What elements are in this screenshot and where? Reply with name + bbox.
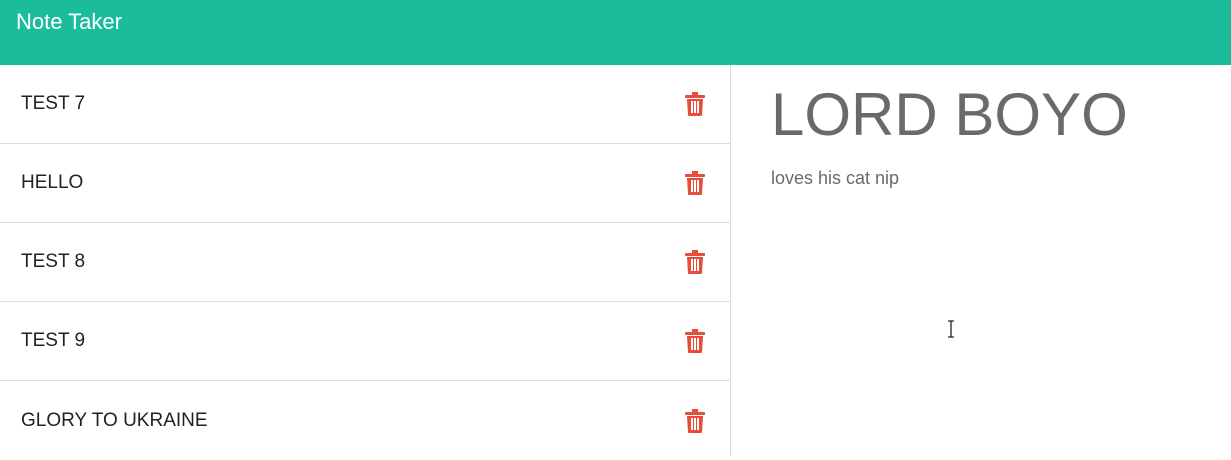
note-title: TEST 9 bbox=[21, 330, 86, 351]
list-item[interactable]: TEST 7 bbox=[0, 65, 730, 144]
list-item[interactable]: TEST 9 bbox=[0, 302, 730, 381]
list-item[interactable]: HELLO bbox=[0, 144, 730, 223]
navbar: Note Taker bbox=[0, 0, 1231, 65]
trash-icon[interactable] bbox=[685, 250, 705, 274]
trash-icon[interactable] bbox=[685, 329, 705, 353]
trash-icon[interactable] bbox=[685, 92, 705, 116]
text-cursor-icon bbox=[947, 320, 955, 338]
trash-icon[interactable] bbox=[685, 408, 705, 433]
note-title: GLORY TO UKRAINE bbox=[21, 409, 208, 431]
note-list: TEST 7 HELLO TEST 8 TEST 9 GLORY TO UKRA… bbox=[0, 65, 731, 456]
app-title[interactable]: Note Taker bbox=[16, 8, 122, 36]
note-title-input[interactable]: LORD BOYO bbox=[771, 85, 1128, 145]
note-editor: LORD BOYO loves his cat nip bbox=[732, 65, 1231, 456]
trash-icon[interactable] bbox=[685, 171, 705, 195]
note-title: TEST 7 bbox=[21, 93, 86, 114]
note-text-input[interactable]: loves his cat nip bbox=[771, 168, 899, 189]
note-title: TEST 8 bbox=[21, 251, 86, 272]
list-item[interactable]: GLORY TO UKRAINE bbox=[0, 381, 730, 460]
list-item[interactable]: TEST 8 bbox=[0, 223, 730, 302]
note-title: HELLO bbox=[21, 172, 84, 193]
